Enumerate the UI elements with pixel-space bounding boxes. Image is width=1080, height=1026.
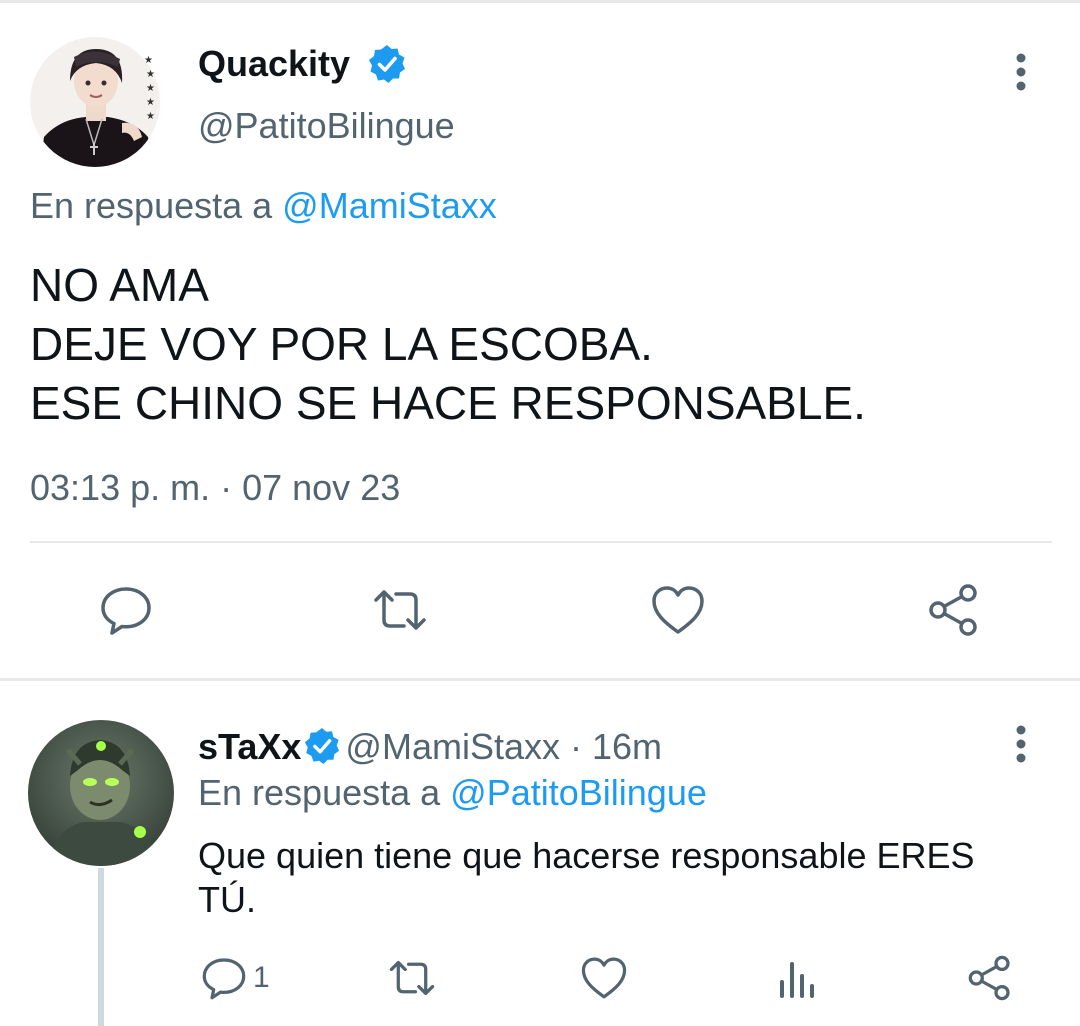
- reply-header: sTaXx @MamiStaxx · 16m: [198, 724, 662, 770]
- heart-icon[interactable]: [580, 954, 628, 1002]
- reply-context: En respuesta a @MamiStaxx: [30, 184, 497, 228]
- views-icon[interactable]: [774, 954, 822, 1002]
- retweet-icon[interactable]: [388, 954, 436, 1002]
- author-handle[interactable]: @PatitoBilingue: [198, 104, 455, 148]
- tweet-text-line: NO AMA: [30, 259, 209, 311]
- author-name[interactable]: sTaXx: [198, 726, 301, 767]
- reply-icon[interactable]: [200, 954, 248, 1002]
- tweet-text: NO AMA DEJE VOY POR LA ESCOBA. ESE CHINO…: [30, 256, 866, 433]
- svg-text:★: ★: [144, 55, 153, 66]
- svg-text:★: ★: [146, 97, 155, 108]
- tweet-text-line: DEJE VOY POR LA ESCOBA.: [30, 318, 653, 370]
- avatar[interactable]: ★ ★ ★ ★ ★: [30, 37, 160, 167]
- top-divider: [0, 0, 1080, 3]
- divider: [0, 678, 1080, 681]
- svg-text:★: ★: [146, 69, 155, 80]
- reply-mention-link[interactable]: @PatitoBilingue: [450, 772, 707, 813]
- verified-badge-icon: [367, 44, 407, 84]
- reply-context: En respuesta a @PatitoBilingue: [198, 770, 707, 816]
- share-icon[interactable]: [966, 954, 1014, 1002]
- reply-mention-link[interactable]: @MamiStaxx: [282, 185, 497, 226]
- avatar[interactable]: [28, 720, 174, 866]
- reply-icon[interactable]: [98, 582, 154, 638]
- reply-time[interactable]: · 16m: [560, 726, 662, 767]
- more-vertical-icon[interactable]: [1004, 52, 1038, 92]
- heart-icon[interactable]: [650, 582, 706, 638]
- more-vertical-icon[interactable]: [1004, 724, 1038, 764]
- retweet-icon[interactable]: [372, 582, 428, 638]
- reply-count: 1: [253, 961, 270, 994]
- tweet-text-line: ESE CHINO SE HACE RESPONSABLE.: [30, 377, 866, 429]
- svg-text:★: ★: [146, 83, 155, 94]
- reply-context-label: En respuesta a: [30, 185, 273, 226]
- tweet-timestamp[interactable]: 03:13 p. m. · 07 nov 23: [30, 466, 400, 510]
- verified-badge-icon: [303, 727, 341, 765]
- reply-text: Que quien tiene que hacerse responsable …: [198, 835, 975, 920]
- author-handle[interactable]: @MamiStaxx: [345, 726, 560, 767]
- divider: [30, 541, 1052, 543]
- author-name[interactable]: Quackity: [198, 42, 350, 86]
- reply-context-label: En respuesta a: [198, 772, 441, 813]
- thread-line: [98, 868, 104, 1026]
- share-icon[interactable]: [926, 582, 982, 638]
- svg-text:★: ★: [146, 111, 155, 122]
